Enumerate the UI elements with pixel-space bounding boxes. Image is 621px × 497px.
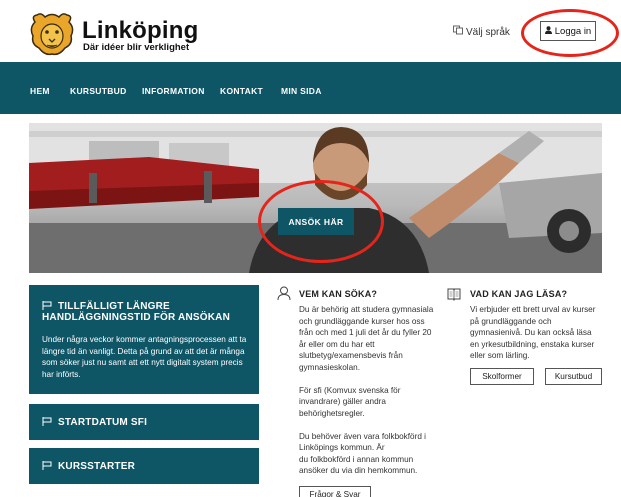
main-nav: HEM KURSUTBUD INFORMATION KONTAKT MIN SI… [0,62,621,114]
brand-name[interactable]: Linköping [82,17,198,45]
text-line: gymnasieskolan. [299,362,360,372]
notice-title-line2: HANDLÄGGNINGSTID FÖR ANSÖKAN [42,312,231,323]
text-line: eller som lärling. [470,351,530,360]
language-label: Välj språk [466,27,510,38]
sfi-start-dates-box[interactable]: STARTDATUM SFI [29,404,259,440]
translate-icon [453,25,463,38]
book-icon [447,288,461,301]
nav-item-home[interactable]: HEM [30,86,50,96]
text-line: år eller om du har ett [299,339,375,349]
text-line: Du är behörig att studera gymnasiala [299,305,434,314]
sfi-title-row: STARTDATUM SFI [42,417,147,428]
course-starts-box[interactable]: KURSSTARTER [29,448,259,484]
what-can-study-text: Vi erbjuder ett brett urval av kurser på… [470,304,620,362]
notice-title-line1: TILLFÄLLIGT LÄNGRE [58,301,170,312]
course-catalog-button[interactable]: Kursutbud [545,368,602,385]
text-line: och grundläggande kurser hos oss [299,316,425,326]
kurs-title: KURSSTARTER [58,461,136,472]
brand-tagline: Där idéer blir verklighet [83,42,190,53]
lion-logo-icon[interactable] [27,12,77,56]
who-can-apply-title: VEM KAN SÖKA? [299,289,378,299]
flag-icon [42,301,52,310]
sfi-title: STARTDATUM SFI [58,417,148,428]
text-line: För sfi (Komvux svenska för [299,385,401,395]
text-line: en yrkesutbildning, enstaka kurser [470,339,595,349]
text-line: invandrare) gäller andra [299,397,386,406]
flag-icon [42,417,52,426]
kurs-title-row: KURSSTARTER [42,461,135,472]
text-line: från och med 1 juli det år du fyller 20 [299,328,432,337]
notice-body: Under några veckor kommer antagningsproc… [42,335,247,380]
language-selector[interactable]: Välj språk [453,25,510,38]
faq-button[interactable]: Frågor & Svar [299,486,371,497]
nav-item-courses[interactable]: KURSUTBUD [70,86,127,96]
text-line: på grundläggande och [470,316,552,326]
text-line: Linköpings kommun. Är [299,443,385,452]
text-line: gymnasienivå. Du kan också läsa [470,328,592,337]
who-can-apply-text: Du är behörig att studera gymnasiala och… [299,304,469,477]
text-line: du folkbokförd i annan kommun [299,454,414,464]
text-line: Vi erbjuder ett brett urval av kurser [470,305,596,314]
notice-title: TILLFÄLLIGT LÄNGRE HANDLÄGGNINGSTID FÖR … [42,301,230,323]
person-icon [277,286,291,300]
school-forms-button[interactable]: Skolformer [470,368,534,385]
notice-box[interactable]: TILLFÄLLIGT LÄNGRE HANDLÄGGNINGSTID FÖR … [29,285,259,394]
flag-icon [42,461,52,470]
nav-item-information[interactable]: INFORMATION [142,86,205,96]
nav-item-contact[interactable]: KONTAKT [220,86,263,96]
text-line: slutbetyg/examensbevis från [299,351,403,360]
text-line: Du behöver även vara folkbokförd i [299,431,426,441]
what-can-study-title: VAD KAN JAG LÄSA? [470,289,568,299]
nav-item-my-page[interactable]: MIN SIDA [281,86,322,96]
apply-highlight-annotation [258,180,384,263]
text-line: ansöker du via din hemkommun. [299,466,418,475]
text-line: behörighetsregler. [299,408,365,418]
login-highlight-annotation [521,9,619,57]
